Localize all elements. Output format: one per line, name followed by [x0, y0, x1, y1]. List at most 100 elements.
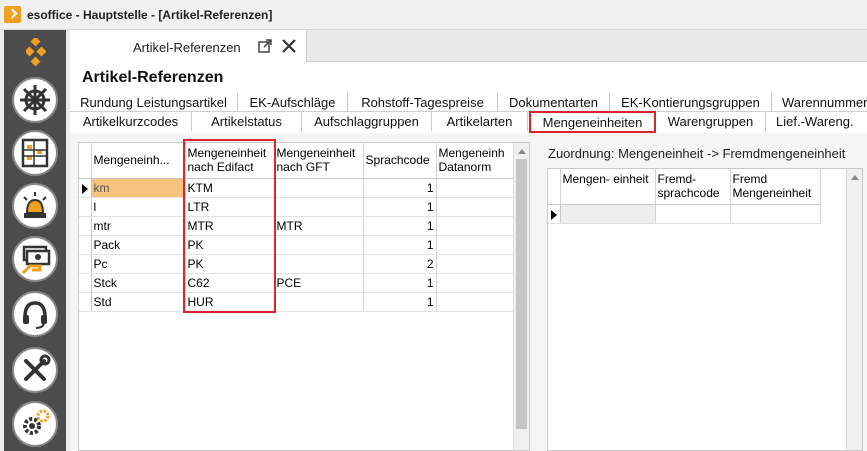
tab-artikelarten[interactable]: Artikelarten	[432, 112, 528, 131]
sidebar-settings-button[interactable]	[12, 401, 58, 447]
cell-gft[interactable]	[274, 197, 364, 217]
calendar-grid-icon	[21, 138, 49, 168]
brand-logo-icon	[26, 38, 46, 66]
cell-unit-empty[interactable]	[560, 204, 656, 224]
cell-datanorm[interactable]	[436, 235, 516, 255]
tab-mengeneinheiten[interactable]: Mengeneinheiten	[529, 111, 656, 133]
cell-sprachcode[interactable]: 1	[363, 216, 437, 236]
cell-unit[interactable]: Pack	[91, 235, 186, 255]
cell-unit[interactable]: l	[91, 197, 186, 217]
row-indicator	[79, 216, 92, 236]
tab-lief-wareng[interactable]: Lief.-Wareng.	[766, 112, 867, 131]
document-tab[interactable]: Artikel-Referenzen	[70, 30, 307, 62]
units-grid-scrollbar[interactable]	[513, 143, 529, 450]
table-row[interactable]: l LTR 1	[79, 197, 516, 217]
sidebar-alarm-button[interactable]	[12, 183, 58, 229]
tab-row-2: Artikelkurzcodes Artikelstatus Aufschlag…	[70, 111, 867, 133]
cell-fremd-mengeneinheit-empty[interactable]	[730, 204, 821, 224]
sidebar-payment-button[interactable]	[12, 236, 58, 282]
cell-fremdsprachcode-empty[interactable]	[655, 204, 731, 224]
header-mengen-einheit-label: Mengen- einheit	[562, 172, 649, 186]
tab-ek-aufschlaege[interactable]: EK-Aufschläge	[238, 93, 348, 112]
money-hand-icon	[21, 245, 51, 275]
sidebar-planner-button[interactable]	[12, 130, 58, 176]
cell-unit[interactable]: Std	[91, 292, 186, 312]
cell-sprachcode[interactable]: 1	[363, 178, 437, 198]
sidebar	[0, 30, 70, 451]
table-row[interactable]: Pack PK 1	[79, 235, 516, 255]
cell-datanorm[interactable]	[436, 292, 516, 312]
cell-sprachcode[interactable]: 1	[363, 197, 437, 217]
table-row[interactable]: Std HUR 1	[79, 292, 516, 312]
assoc-grid-scrollbar[interactable]	[846, 169, 862, 450]
header-mengeneinheit-label: Mengeneinh...	[93, 153, 170, 167]
assoc-grid: Mengen- einheit Fremd- sprachcode Fremd …	[548, 169, 821, 224]
cell-gft[interactable]	[274, 254, 364, 274]
cell-gft[interactable]	[274, 178, 364, 198]
open-external-icon[interactable]	[258, 39, 272, 53]
row-indicator	[79, 273, 92, 293]
cell-gft[interactable]	[274, 292, 364, 312]
sidebar-tools-button[interactable]	[12, 347, 58, 393]
document-tab-label: Artikel-Referenzen	[133, 40, 241, 55]
tab-dokumentarten[interactable]: Dokumentarten	[498, 93, 610, 112]
row-indicator	[79, 197, 92, 217]
tab-ek-kontierungsgruppen[interactable]: EK-Kontierungsgruppen	[610, 93, 772, 112]
tab-artikelstatus[interactable]: Artikelstatus	[192, 112, 302, 131]
cell-gft[interactable]: MTR	[274, 216, 364, 236]
cell-datanorm[interactable]	[436, 273, 516, 293]
header-mengeneinheit[interactable]: Mengeneinh...	[91, 143, 186, 179]
cell-sprachcode[interactable]: 1	[363, 235, 437, 255]
cell-gft[interactable]	[274, 235, 364, 255]
units-grid: Mengeneinh... Mengeneinheit nach Edifact…	[79, 143, 516, 312]
window-titlebar: esoffice - Hauptstelle - [Artikel-Refere…	[0, 0, 867, 30]
scroll-thumb[interactable]	[516, 159, 527, 429]
header-datanorm-label: Mengeneinh Datanorm	[438, 146, 505, 174]
cell-sprachcode[interactable]: 1	[363, 273, 437, 293]
tab-rundung-leistungsartikel[interactable]: Rundung Leistungsartikel	[70, 93, 238, 112]
cell-datanorm[interactable]	[436, 216, 516, 236]
cell-gft[interactable]: PCE	[274, 273, 364, 293]
table-row[interactable]: Stck C62 PCE 1	[79, 273, 516, 293]
cell-sprachcode[interactable]: 1	[363, 292, 437, 312]
assoc-grid-header: Mengen- einheit Fremd- sprachcode Fremd …	[548, 169, 821, 205]
header-sprachcode[interactable]: Sprachcode	[363, 143, 437, 179]
row-indicator	[79, 292, 92, 312]
edifact-column-highlight	[183, 139, 276, 313]
ship-wheel-icon	[20, 85, 50, 115]
row-indicator	[79, 178, 92, 198]
tab-row-1: Rundung Leistungsartikel EK-Aufschläge R…	[70, 93, 867, 112]
cell-unit[interactable]: mtr	[91, 216, 186, 236]
assoc-grid-panel: Mengen- einheit Fremd- sprachcode Fremd …	[547, 168, 863, 451]
tab-warennummer[interactable]: Warennummer	[772, 93, 867, 112]
close-icon[interactable]	[281, 38, 297, 54]
header-gft[interactable]: Mengeneinheit nach GFT	[274, 143, 364, 179]
header-datanorm[interactable]: Mengeneinh Datanorm	[436, 143, 516, 179]
tab-aufschlaggruppen[interactable]: Aufschlaggruppen	[302, 112, 432, 131]
sidebar-helm-button[interactable]	[12, 77, 58, 123]
cell-sprachcode[interactable]: 2	[363, 254, 437, 274]
siren-icon	[23, 192, 47, 218]
tab-rohstoff-tagespreise[interactable]: Rohstoff-Tagespreise	[348, 93, 498, 112]
sidebar-support-button[interactable]	[12, 291, 58, 337]
scroll-up-icon[interactable]	[518, 149, 526, 154]
cell-datanorm[interactable]	[436, 197, 516, 217]
table-row[interactable]: mtr MTR MTR 1	[79, 216, 516, 236]
cell-unit[interactable]: Stck	[91, 273, 186, 293]
assoc-label: Zuordnung: Mengeneinheit -> Fremdmengene…	[548, 146, 846, 161]
scroll-up-icon[interactable]	[851, 175, 859, 180]
header-fremd-mengeneinheit[interactable]: Fremd Mengeneinheit	[730, 169, 821, 205]
table-row[interactable]	[548, 204, 821, 224]
cell-datanorm[interactable]	[436, 254, 516, 274]
table-row[interactable]: km KTM 1	[79, 178, 516, 198]
cell-unit[interactable]: Pc	[91, 254, 186, 274]
tab-artikelkurzcodes[interactable]: Artikelkurzcodes	[70, 112, 192, 131]
table-row[interactable]: Pc PK 2	[79, 254, 516, 274]
tab-warengruppen[interactable]: Warengruppen	[656, 112, 766, 131]
header-mengen-einheit[interactable]: Mengen- einheit	[560, 169, 656, 205]
header-fremdsprachcode[interactable]: Fremd- sprachcode	[655, 169, 731, 205]
cell-unit[interactable]: km	[91, 178, 186, 198]
page-title: Artikel-Referenzen	[82, 69, 224, 86]
row-indicator	[548, 204, 561, 224]
cell-datanorm[interactable]	[436, 178, 516, 198]
